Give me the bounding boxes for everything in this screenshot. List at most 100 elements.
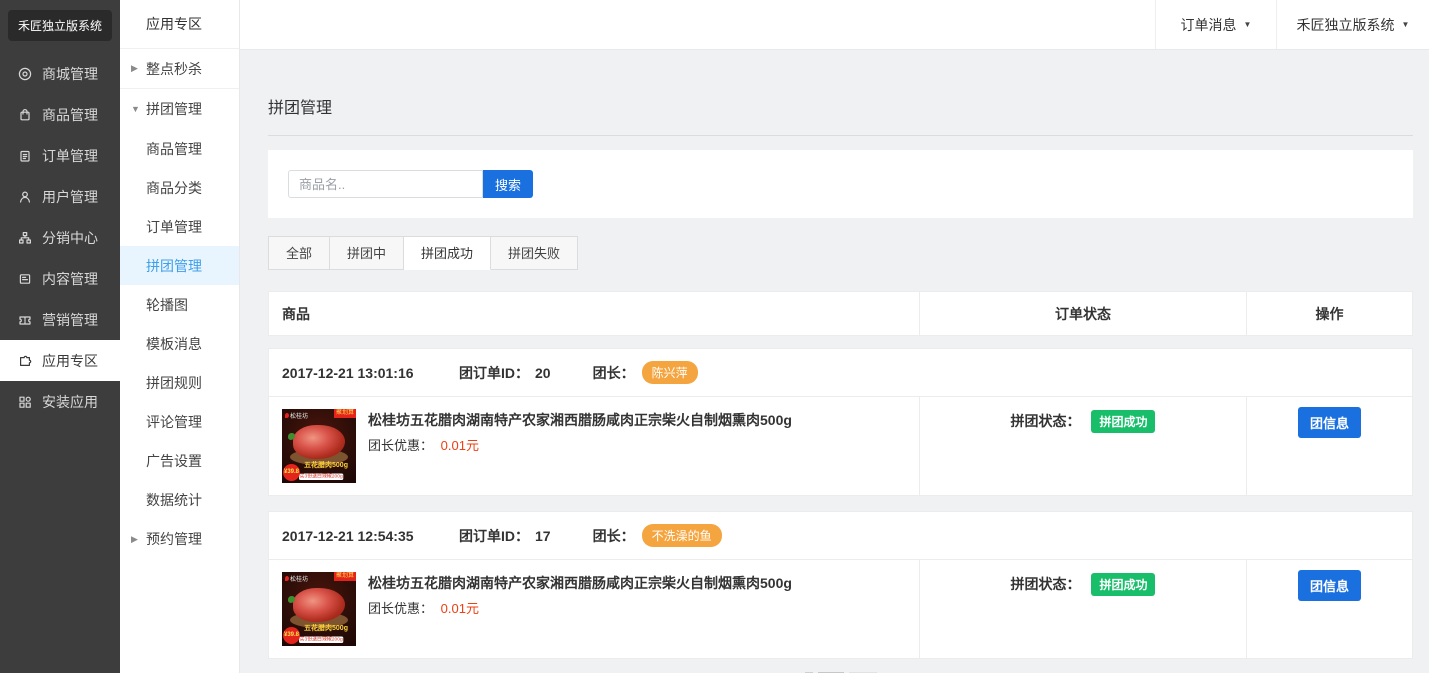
menu-item-template-message[interactable]: 模板消息 — [120, 324, 239, 363]
menu-item-goods-category[interactable]: 商品分类 — [120, 168, 239, 207]
menu-item-ad-settings[interactable]: 广告设置 — [120, 441, 239, 480]
sidebar-item-content[interactable]: 内容管理 — [0, 258, 120, 299]
product-info: 松桂坊五花腊肉湖南特产农家湘西腊肠咸肉正宗柴火自制烟熏肉500g 团长优惠： 0… — [368, 572, 792, 646]
order-group-header: 2017-12-21 12:54:35 团订单ID： 17 团长： 不洗澡的鱼 — [269, 512, 1412, 560]
menu-item-groupbuy-manage[interactable]: 拼团管理 — [120, 246, 239, 285]
leader-badge: 陈兴萍 — [642, 361, 698, 384]
divider — [268, 135, 1413, 136]
menu-item-carousel[interactable]: 轮播图 — [120, 285, 239, 324]
search-button[interactable]: 搜索 — [483, 170, 533, 198]
order-id-label: 团订单ID： — [459, 363, 529, 383]
menu-item-label: 订单管理 — [146, 217, 202, 237]
order-messages-dropdown[interactable]: 订单消息 ▼ — [1155, 0, 1277, 49]
content-icon — [17, 271, 33, 287]
leader-discount: 团长优惠： 0.01元 — [368, 435, 792, 454]
sidebar-item-label: 商城管理 — [42, 64, 98, 84]
users-icon — [17, 189, 33, 205]
sidebar-item-distribution[interactable]: 分销中心 — [0, 217, 120, 258]
leader-discount-value: 0.01元 — [441, 601, 479, 616]
status-cell: 拼团状态： 拼团成功 — [919, 397, 1246, 495]
product-cell: 松桂坊 聚划算 五花腊肉500g 买3份送白辣椒200g ¥39.8 松桂坊五花… — [269, 560, 919, 658]
leader-label: 团长： — [593, 363, 635, 383]
tab-in-progress[interactable]: 拼团中 — [330, 236, 404, 270]
menu-item-goods-manage[interactable]: 商品管理 — [120, 129, 239, 168]
primary-menu: 商城管理 商品管理 订单管理 用户管理 分销中心 — [0, 53, 120, 422]
sidebar-item-label: 应用专区 — [42, 351, 98, 371]
chevron-right-icon: ▶ — [131, 63, 138, 74]
status-cell: 拼团状态： 拼团成功 — [919, 560, 1246, 658]
menu-group-flash-sale[interactable]: ▶ 整点秒杀 — [120, 49, 239, 89]
chevron-right-icon: ▶ — [131, 534, 138, 545]
sidebar-item-users[interactable]: 用户管理 — [0, 176, 120, 217]
apps-icon — [17, 353, 33, 369]
tab-success[interactable]: 拼团成功 — [404, 236, 491, 270]
status-label: 拼团状态： — [1011, 576, 1081, 592]
order-time: 2017-12-21 12:54:35 — [282, 528, 459, 544]
column-header-product: 商品 — [269, 292, 919, 335]
menu-group-label: 整点秒杀 — [146, 59, 202, 79]
sidebar-item-install[interactable]: 安装应用 — [0, 381, 120, 422]
product-image-name: 五花腊肉500g — [296, 623, 356, 633]
main-content: 拼团管理 搜索 全部 拼团中 拼团成功 拼团失败 商品 订单状态 操作 2017… — [240, 51, 1429, 673]
column-header-actions: 操作 — [1246, 292, 1412, 335]
product-image-tag: 聚划算 — [334, 409, 356, 418]
product-info: 松桂坊五花腊肉湖南特产农家湘西腊肠咸肉正宗柴火自制烟熏肉500g 团长优惠： 0… — [368, 409, 792, 483]
sidebar-item-goods[interactable]: 商品管理 — [0, 94, 120, 135]
sidebar-item-mall[interactable]: 商城管理 — [0, 53, 120, 94]
product-image-price: ¥39.8 — [283, 464, 300, 481]
account-label: 禾匠独立版系统 — [1297, 15, 1395, 35]
product-image: 松桂坊 聚划算 五花腊肉500g 买3份送白辣椒200g ¥39.8 — [282, 572, 356, 646]
sidebar-item-orders[interactable]: 订单管理 — [0, 135, 120, 176]
sidebar-item-apps[interactable]: 应用专区 — [0, 340, 120, 381]
chevron-down-icon: ▼ — [131, 104, 140, 114]
menu-item-label: 广告设置 — [146, 451, 202, 471]
sidebar-item-label: 用户管理 — [42, 187, 98, 207]
install-icon — [17, 394, 33, 410]
menu-group-groupbuy[interactable]: ▼ 拼团管理 — [120, 89, 239, 129]
menu-item-statistics[interactable]: 数据统计 — [120, 480, 239, 519]
menu-group-label: 拼团管理 — [146, 99, 202, 119]
menu-item-label: 拼团规则 — [146, 373, 202, 393]
sidebar-item-label: 商品管理 — [42, 105, 98, 125]
sidebar-item-label: 分销中心 — [42, 228, 98, 248]
order-group: 2017-12-21 12:54:35 团订单ID： 17 团长： 不洗澡的鱼 … — [268, 511, 1413, 659]
orders-icon — [17, 148, 33, 164]
account-dropdown[interactable]: 禾匠独立版系统 ▼ — [1277, 0, 1429, 49]
menu-item-groupbuy-rules[interactable]: 拼团规则 — [120, 363, 239, 402]
menu-item-label: 商品分类 — [146, 178, 202, 198]
menu-item-label: 商品管理 — [146, 139, 202, 159]
order-group-header: 2017-12-21 13:01:16 团订单ID： 20 团长： 陈兴萍 — [269, 349, 1412, 397]
sidebar-item-marketing[interactable]: 营销管理 — [0, 299, 120, 340]
mall-icon — [17, 66, 33, 82]
order-group-body: 松桂坊 聚划算 五花腊肉500g 买3份送白辣椒200g ¥39.8 松桂坊五花… — [269, 560, 1412, 658]
topbar: 订单消息 ▼ 禾匠独立版系统 ▼ — [240, 0, 1429, 50]
menu-group-label: 预约管理 — [146, 529, 202, 549]
app-logo: 禾匠独立版系统 — [8, 10, 112, 41]
order-id-value: 20 — [535, 365, 551, 381]
menu-item-label: 拼团管理 — [146, 256, 202, 276]
menu-item-label: 模板消息 — [146, 334, 202, 354]
product-cell: 松桂坊 聚划算 五花腊肉500g 买3份送白辣椒200g ¥39.8 松桂坊五花… — [269, 397, 919, 495]
marketing-icon — [17, 312, 33, 328]
table-header: 商品 订单状态 操作 — [268, 291, 1413, 336]
goods-icon — [17, 107, 33, 123]
product-image-tag: 聚划算 — [334, 572, 356, 581]
flame-icon — [285, 576, 289, 581]
order-id-value: 17 — [535, 528, 551, 544]
action-cell: 团信息 — [1246, 397, 1412, 495]
group-info-button[interactable]: 团信息 — [1298, 407, 1361, 438]
tab-all[interactable]: 全部 — [268, 236, 330, 270]
distribution-icon — [17, 230, 33, 246]
search-input[interactable] — [288, 170, 483, 198]
order-id-label: 团订单ID： — [459, 526, 529, 546]
group-info-button[interactable]: 团信息 — [1298, 570, 1361, 601]
menu-item-order-manage[interactable]: 订单管理 — [120, 207, 239, 246]
menu-group-reservation[interactable]: ▶ 预约管理 — [120, 519, 239, 559]
menu-item-comment-manage[interactable]: 评论管理 — [120, 402, 239, 441]
flame-icon — [285, 413, 289, 418]
tab-failed[interactable]: 拼团失败 — [491, 236, 578, 270]
status-label: 拼团状态： — [1011, 413, 1081, 429]
sidebar-item-label: 安装应用 — [42, 392, 98, 412]
secondary-sidebar: 应用专区 ▶ 整点秒杀 ▼ 拼团管理 商品管理 商品分类 订单管理 拼团管理 轮… — [120, 0, 240, 673]
product-image-price: ¥39.8 — [283, 627, 300, 644]
